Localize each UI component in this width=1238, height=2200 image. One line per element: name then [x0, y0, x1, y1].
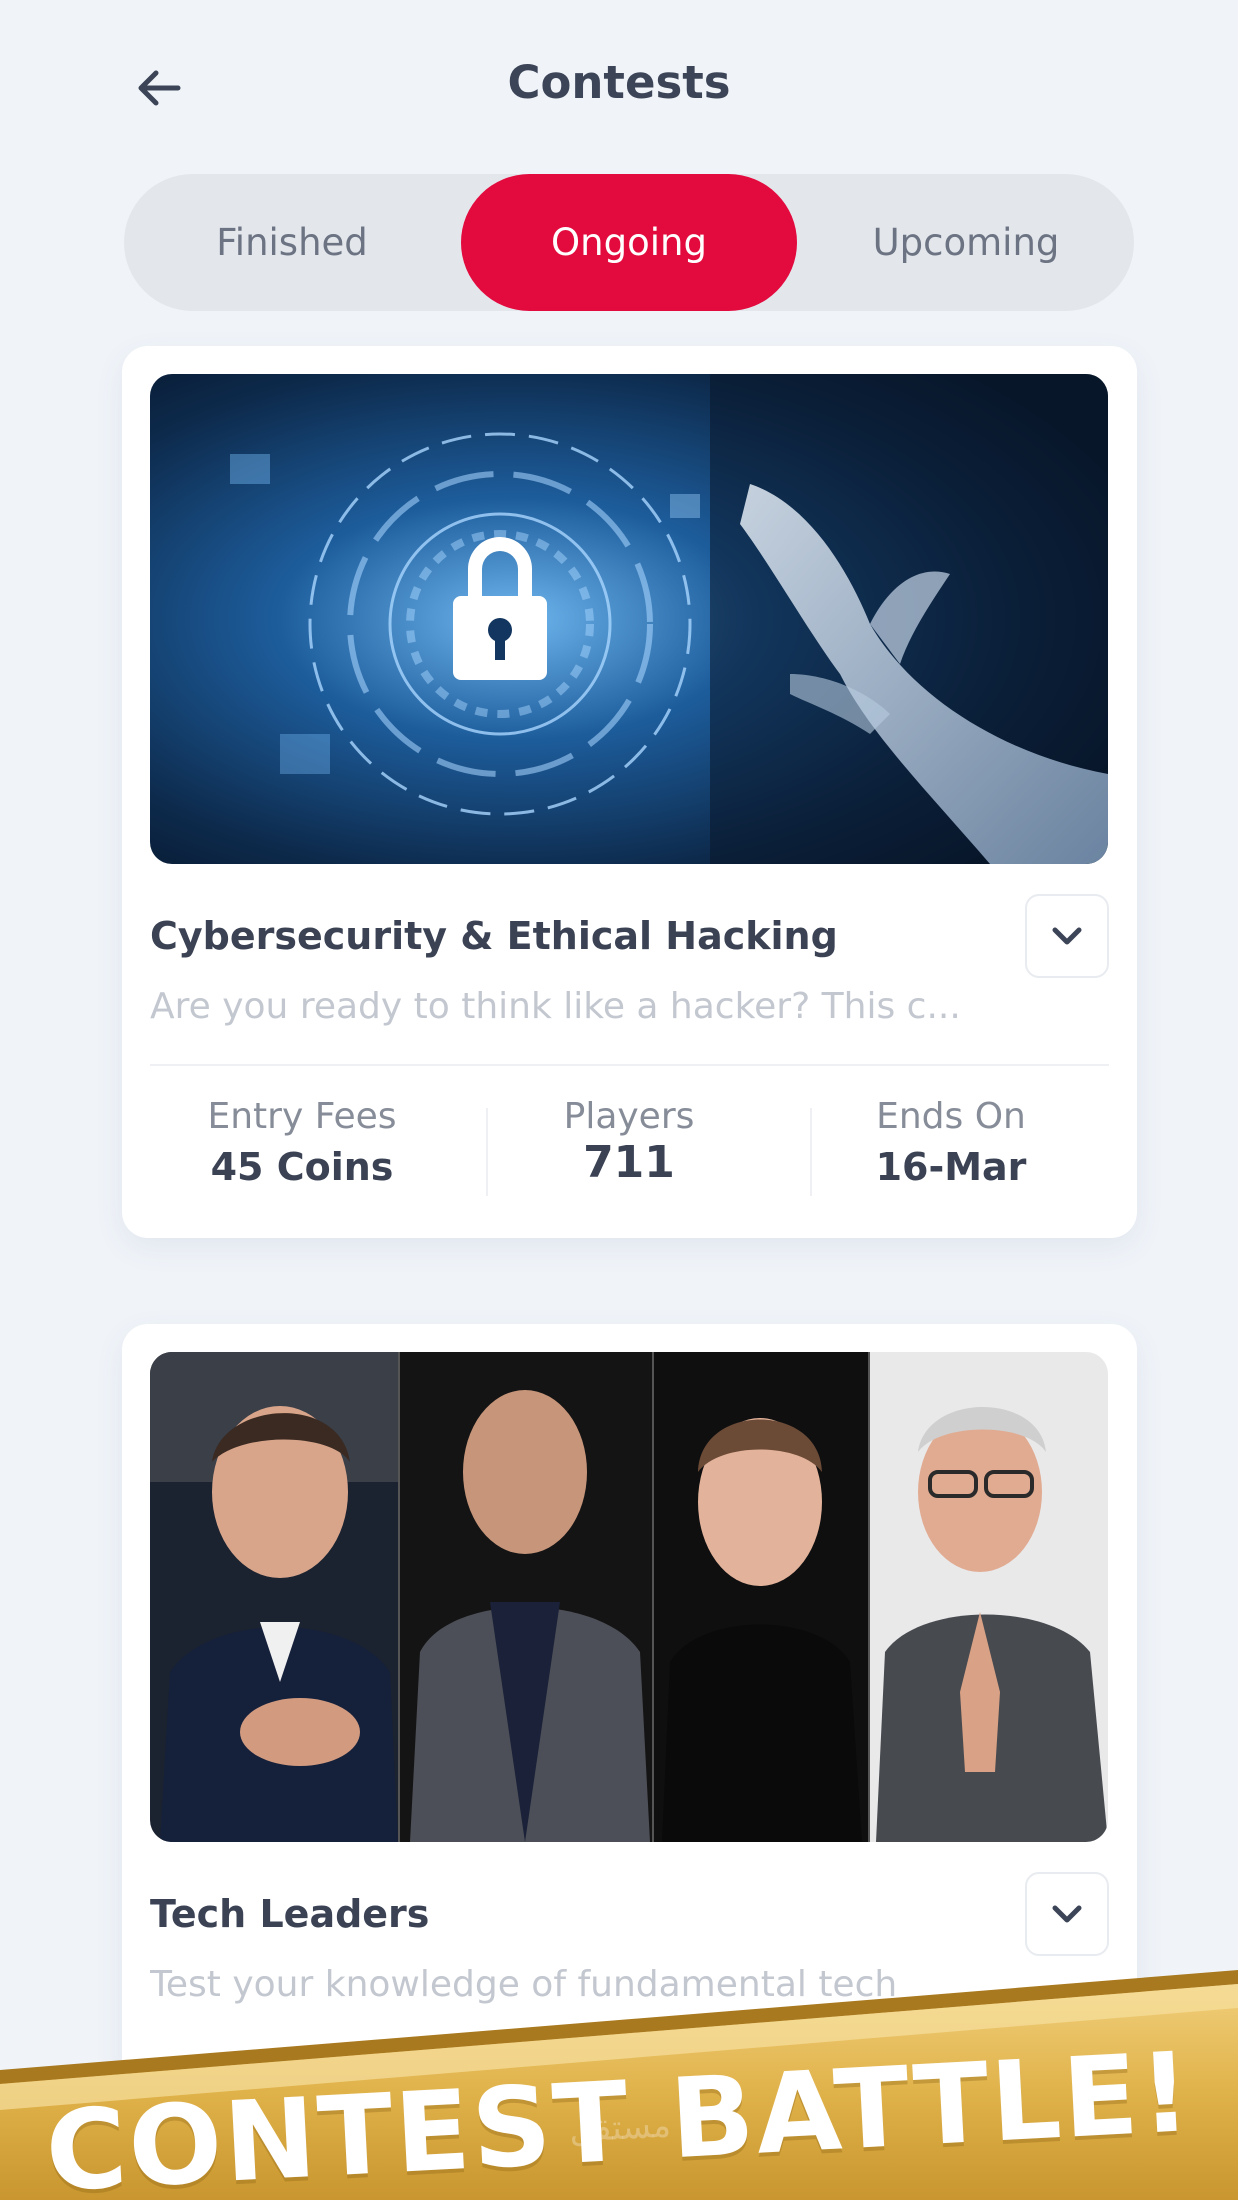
ends-on-value: 16-Mar — [875, 1145, 1027, 1189]
stat-separator — [486, 1108, 488, 1196]
contest-title: Tech Leaders — [150, 1892, 430, 1936]
page-title: Contests — [507, 56, 731, 109]
contest-image-cybersecurity — [150, 374, 1108, 864]
entry-fees-label: Entry Fees — [207, 1096, 397, 1137]
contest-title: Cybersecurity & Ethical Hacking — [150, 914, 838, 958]
contest-stats: Entry Fees 45 Coins Players 711 Ends On … — [122, 1096, 1137, 1206]
tab-ongoing[interactable]: Ongoing — [461, 174, 797, 311]
expand-button[interactable] — [1025, 1872, 1109, 1956]
players-stat: Players 711 — [464, 1096, 794, 1188]
tab-finished[interactable]: Finished — [124, 174, 460, 311]
ends-on-label: Ends On — [876, 1096, 1026, 1137]
expand-button[interactable] — [1025, 894, 1109, 978]
divider — [150, 1064, 1109, 1066]
contest-description: Are you ready to think like a hacker? Th… — [150, 986, 961, 1027]
entry-fees-stat: Entry Fees 45 Coins — [137, 1096, 467, 1189]
players-value: 711 — [583, 1137, 675, 1188]
chevron-down-icon — [1052, 1905, 1082, 1923]
chevron-down-icon — [1052, 927, 1082, 945]
ends-on-stat: Ends On 16-Mar — [786, 1096, 1116, 1189]
tab-upcoming[interactable]: Upcoming — [798, 174, 1134, 311]
players-label: Players — [563, 1096, 695, 1137]
contests-screen: Contests Finished Ongoing Upcoming Cyber… — [0, 0, 1238, 2200]
stat-separator — [810, 1108, 812, 1196]
entry-fees-value: 45 Coins — [210, 1145, 394, 1189]
contest-image-tech-leaders — [150, 1352, 1108, 1842]
app-header: Contests — [0, 40, 1238, 136]
contest-status-tabs: Finished Ongoing Upcoming — [124, 174, 1134, 311]
contest-card[interactable]: Cybersecurity & Ethical Hacking Are you … — [122, 346, 1137, 1238]
